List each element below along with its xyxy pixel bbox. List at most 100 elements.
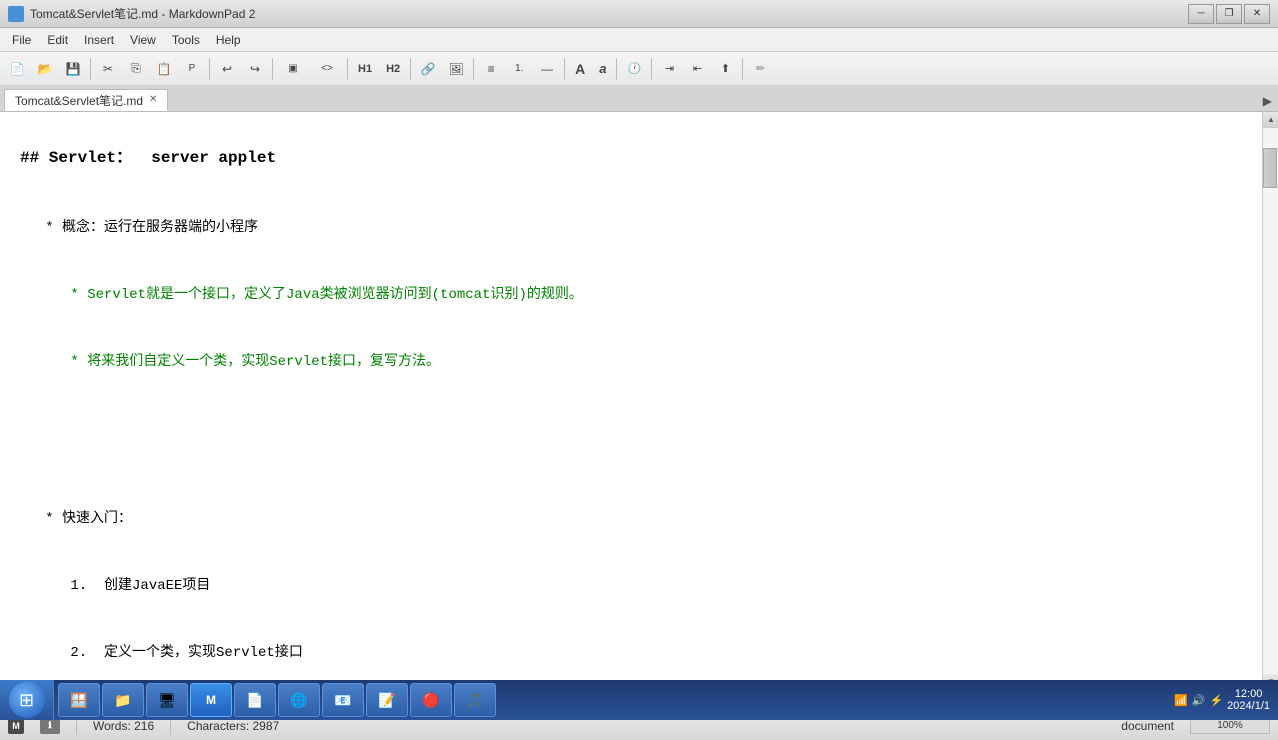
export-button[interactable]: ⬆ [712, 56, 738, 82]
taskbar-email[interactable]: 📧 [322, 683, 364, 717]
line-9: 2. 定义一个类，实现Servlet接口 [20, 645, 303, 661]
explorer-icon: 🪟 [67, 688, 91, 712]
tray-time-display: 12:00 [1227, 688, 1270, 700]
taskbar-items: 🪟 📁 🖥 M 📄 🌐 📧 📝 🔴 🎵 [54, 680, 1166, 720]
document-type: document [1121, 719, 1174, 733]
taskbar-monitor[interactable]: 🖥 [146, 683, 188, 717]
paste-plain-button[interactable]: P [179, 56, 205, 82]
editor-content[interactable]: ## Servlet： server applet * 概念：运行在服务器端的小… [0, 112, 1262, 690]
tray-icon-1: 📶 [1174, 694, 1188, 707]
outdent-button[interactable]: ⇤ [684, 56, 710, 82]
indent-button[interactable]: ⇥ [656, 56, 682, 82]
line-1: ## Servlet： server applet [20, 149, 276, 167]
menu-edit[interactable]: Edit [39, 31, 76, 49]
cut-button[interactable]: ✂ [95, 56, 121, 82]
copy-button[interactable]: ⎘ [123, 56, 149, 82]
toolbar: 📄 📂 💾 ✂ ⎘ 📋 P ↩ ↪ ▣ <> H1 H2 🔗 🖼 ≡ 1. — … [0, 52, 1278, 86]
folder-icon: 📁 [111, 688, 135, 712]
tray-date-display: 2024/1/1 [1227, 700, 1270, 712]
menu-bar: File Edit Insert View Tools Help [0, 28, 1278, 52]
toolbar-sep-10 [742, 58, 743, 80]
italic-button[interactable]: a [593, 56, 612, 82]
pencil-icon: ✏ [747, 56, 773, 82]
email-icon: 📧 [331, 688, 355, 712]
taskbar-notepad[interactable]: 📄 [234, 683, 276, 717]
undo-button[interactable]: ↩ [214, 56, 240, 82]
preview-toggle[interactable]: ▣ [277, 56, 309, 82]
h1-button[interactable]: H1 [352, 56, 378, 82]
taskbar-markdownpad[interactable]: M [190, 683, 232, 717]
save-button[interactable]: 💾 [60, 56, 86, 82]
redo-button[interactable]: ↪ [242, 56, 268, 82]
taskbar-media[interactable]: 🎵 [454, 683, 496, 717]
toolbar-sep-9 [651, 58, 652, 80]
image-button[interactable]: 🖼 [443, 56, 469, 82]
toolbar-sep-6 [473, 58, 474, 80]
editor-container: ## Servlet： server applet * 概念：运行在服务器端的小… [0, 112, 1278, 690]
notepad-icon: 📄 [243, 688, 267, 712]
ol-button[interactable]: 1. [506, 56, 532, 82]
line-4: * 将来我们自定义一个类，实现Servlet接口，复写方法。 [20, 354, 440, 370]
scroll-thumb[interactable] [1263, 148, 1277, 188]
start-button[interactable]: ⊞ [0, 680, 54, 720]
link-button[interactable]: 🔗 [415, 56, 441, 82]
taskbar-browser[interactable]: 🌐 [278, 683, 320, 717]
tab-main[interactable]: Tomcat&Servlet笔记.md ✕ [4, 89, 168, 111]
chars-count: Characters: 2987 [187, 719, 279, 733]
monitor-icon: 🖥 [155, 688, 179, 712]
hr-button[interactable]: — [534, 56, 560, 82]
taskbar-vm[interactable]: 🔴 [410, 683, 452, 717]
window-controls: ─ ❐ ✕ [1188, 4, 1270, 24]
menu-view[interactable]: View [122, 31, 164, 49]
menu-help[interactable]: Help [208, 31, 249, 49]
tray-icon-2: 🔊 [1192, 694, 1206, 707]
code-toggle[interactable]: <> [311, 56, 343, 82]
timestamp-button[interactable]: 🕐 [621, 56, 647, 82]
words-count: Words: 216 [93, 719, 154, 733]
menu-file[interactable]: File [4, 31, 39, 49]
scroll-up-arrow[interactable]: ▲ [1263, 112, 1278, 128]
toolbar-sep-7 [564, 58, 565, 80]
taskbar-explorer[interactable]: 🪟 [58, 683, 100, 717]
toolbar-sep-2 [209, 58, 210, 80]
browser-icon: 🌐 [287, 688, 311, 712]
line-8: 1. 创建JavaEE项目 [20, 578, 210, 594]
minimize-button[interactable]: ─ [1188, 4, 1214, 24]
window-title: Tomcat&Servlet笔记.md - MarkdownPad 2 [30, 5, 255, 22]
title-bar: Tomcat&Servlet笔记.md - MarkdownPad 2 ─ ❐ … [0, 0, 1278, 28]
windows-logo: ⊞ [19, 690, 34, 711]
line-7: * 快速入门： [20, 511, 132, 527]
toolbar-sep-8 [616, 58, 617, 80]
taskbar: ⊞ 🪟 📁 🖥 M 📄 🌐 📧 📝 🔴 🎵 [0, 680, 1278, 720]
tray-icon-3: ⚡ [1209, 694, 1223, 707]
tab-label: Tomcat&Servlet笔记.md [15, 92, 143, 109]
bold-button[interactable]: A [569, 56, 591, 82]
h2-button[interactable]: H2 [380, 56, 406, 82]
taskbar-folder[interactable]: 📁 [102, 683, 144, 717]
toolbar-sep-4 [347, 58, 348, 80]
line-2: * 概念：运行在服务器端的小程序 [20, 220, 258, 236]
app-icon [8, 6, 24, 22]
scroll-track[interactable] [1263, 128, 1278, 674]
tray-clock: 12:00 2024/1/1 [1227, 688, 1270, 712]
menu-insert[interactable]: Insert [76, 31, 122, 49]
ul-button[interactable]: ≡ [478, 56, 504, 82]
toolbar-sep-3 [272, 58, 273, 80]
taskbar-ide[interactable]: 📝 [366, 683, 408, 717]
new-button[interactable]: 📄 [4, 56, 30, 82]
toolbar-sep-1 [90, 58, 91, 80]
vertical-scrollbar[interactable]: ▲ ▼ [1262, 112, 1278, 690]
tab-close-button[interactable]: ✕ [149, 95, 157, 105]
vm-icon: 🔴 [419, 688, 443, 712]
close-button[interactable]: ✕ [1244, 4, 1270, 24]
restore-button[interactable]: ❐ [1216, 4, 1242, 24]
system-tray: 📶 🔊 ⚡ 12:00 2024/1/1 [1166, 688, 1278, 712]
tab-scroll-arrow[interactable]: ▶ [1257, 91, 1278, 111]
open-button[interactable]: 📂 [32, 56, 58, 82]
line-3: * Servlet就是一个接口，定义了Java类被浏览器访问到(tomcat识别… [20, 287, 583, 303]
toolbar-sep-5 [410, 58, 411, 80]
markdownpad-icon: M [199, 688, 223, 712]
start-orb: ⊞ [9, 682, 45, 718]
paste-button[interactable]: 📋 [151, 56, 177, 82]
menu-tools[interactable]: Tools [164, 31, 208, 49]
